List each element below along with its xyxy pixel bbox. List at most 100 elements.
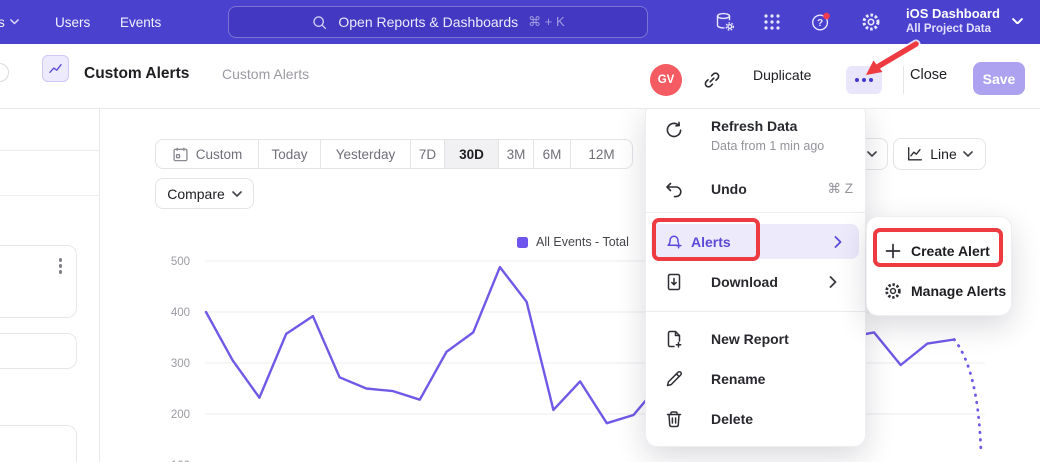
date-range-label: 7D (419, 147, 436, 162)
date-range-label: 3M (507, 147, 526, 162)
compare-label: Compare (167, 186, 225, 202)
date-range-label: Yesterday (336, 147, 396, 162)
help-icon[interactable]: ? (810, 11, 832, 33)
chart-legend: All Events - Total (517, 235, 629, 249)
menu-item-refresh-data[interactable]: Refresh Data Data from 1 min ago (664, 118, 853, 162)
duplicate-button[interactable]: Duplicate (753, 67, 811, 83)
plus-icon (883, 241, 903, 261)
menu-item-label: Download (711, 274, 778, 290)
nav-item-label: Users (55, 15, 90, 30)
copy-link-icon[interactable] (702, 70, 722, 90)
data-management-icon[interactable] (714, 11, 736, 33)
nav-item-label: Events (120, 15, 161, 30)
close-button[interactable]: Close (910, 67, 947, 83)
global-search-input[interactable]: Open Reports & Dashboards ⌘ + K (228, 6, 648, 38)
report-type-icon (42, 55, 69, 82)
date-range-yesterday[interactable]: Yesterday (321, 140, 411, 168)
svg-text:500: 500 (171, 256, 190, 268)
date-range-label: 6M (543, 147, 562, 162)
header-divider (903, 66, 904, 94)
date-range-label: 12M (588, 147, 614, 162)
submenu-item-label: Create Alert (911, 243, 990, 259)
gear-icon (883, 281, 903, 301)
menu-item-download[interactable]: Download (664, 267, 853, 297)
report-header: Custom Alerts Custom Alerts GV Duplicate… (0, 44, 1040, 109)
nav-item-users[interactable]: Users (55, 0, 90, 44)
more-options-button[interactable] (846, 66, 882, 94)
menu-item-label: Undo (711, 181, 747, 197)
date-range-label: Today (271, 147, 307, 162)
nav-item-truncated[interactable]: s (0, 0, 19, 44)
menu-item-new-report[interactable]: New Report (664, 324, 853, 354)
chart-type-button[interactable]: Line (893, 138, 986, 170)
trash-icon (664, 409, 684, 429)
menu-item-alerts[interactable]: Alerts (651, 224, 859, 259)
menu-item-delete[interactable]: Delete (664, 404, 853, 434)
kebab-menu-icon[interactable] (59, 258, 63, 274)
svg-text:200: 200 (171, 409, 190, 421)
svg-text:400: 400 (171, 307, 190, 319)
line-chart-icon (906, 145, 924, 163)
metric-card[interactable] (0, 245, 77, 318)
nav-item-label: s (0, 15, 5, 30)
metric-card[interactable] (0, 425, 77, 462)
date-range-12m[interactable]: 12M (571, 140, 632, 168)
date-range-30d[interactable]: 30D (445, 140, 499, 168)
page-title: Custom Alerts (84, 65, 189, 83)
chevron-right-icon (834, 236, 842, 248)
alert-bell-icon (664, 232, 684, 252)
alerts-submenu: Create Alert Manage Alerts (866, 216, 1012, 316)
date-range-custom[interactable]: Custom (156, 140, 259, 168)
menu-item-shortcut: ⌘ Z (828, 181, 854, 197)
top-navbar: s Users Events Open Reports & Dashboards… (0, 0, 1040, 44)
search-icon (311, 14, 328, 31)
metric-card[interactable] (0, 333, 77, 369)
submenu-item-manage-alerts[interactable]: Manage Alerts (883, 276, 1001, 306)
submenu-item-create-alert[interactable]: Create Alert (883, 236, 1001, 266)
more-options-menu: Refresh Data Data from 1 min ago Undo ⌘ … (645, 103, 866, 447)
settings-gear-icon[interactable] (860, 11, 882, 33)
download-icon (664, 272, 684, 292)
menu-item-label: Refresh Data (711, 118, 797, 134)
apps-grid-icon[interactable] (761, 11, 783, 33)
chevron-down-icon (867, 151, 877, 157)
date-range-label: Custom (196, 147, 243, 162)
avatar[interactable]: GV (650, 64, 682, 96)
compare-button[interactable]: Compare (155, 178, 254, 209)
date-range-7d[interactable]: 7D (411, 140, 445, 168)
project-scope: All Project Data (906, 22, 1000, 37)
collapse-control-cutoff[interactable] (0, 63, 9, 82)
page: 500400300200100 All Events - Total Custo… (0, 0, 1040, 462)
date-range-3m[interactable]: 3M (499, 140, 534, 168)
date-range-today[interactable]: Today (259, 140, 321, 168)
date-range-label: 30D (459, 147, 484, 162)
menu-item-label: Rename (711, 371, 765, 387)
project-switcher[interactable]: iOS Dashboard All Project Data (906, 5, 1023, 37)
undo-icon (664, 179, 684, 199)
refresh-icon (664, 120, 684, 140)
panel-divider (0, 150, 99, 151)
menu-item-label: Delete (711, 411, 753, 427)
search-placeholder: Open Reports & Dashboards (338, 14, 518, 30)
dashboard-name: iOS Dashboard (906, 5, 1000, 22)
legend-label: All Events - Total (536, 235, 629, 249)
legend-swatch (517, 237, 528, 248)
query-builder-panel (0, 109, 100, 462)
calendar-icon (172, 146, 189, 163)
menu-divider (646, 212, 867, 213)
pencil-icon (664, 369, 684, 389)
submenu-item-label: Manage Alerts (911, 283, 1006, 299)
date-range-control: Custom Today Yesterday 7D 30D 3M 6M 12M (155, 139, 633, 169)
nav-item-events[interactable]: Events (120, 0, 161, 44)
menu-item-rename[interactable]: Rename (664, 364, 853, 394)
menu-item-sublabel: Data from 1 min ago (711, 139, 824, 153)
menu-item-undo[interactable]: Undo ⌘ Z (664, 174, 853, 204)
panel-divider (0, 195, 99, 196)
menu-item-label: Alerts (691, 234, 731, 250)
date-range-6m[interactable]: 6M (534, 140, 571, 168)
chevron-down-icon (1012, 18, 1023, 25)
breadcrumb: Custom Alerts (222, 66, 309, 82)
save-button[interactable]: Save (973, 62, 1025, 95)
chevron-down-icon (232, 191, 242, 197)
chevron-down-icon (10, 19, 19, 24)
